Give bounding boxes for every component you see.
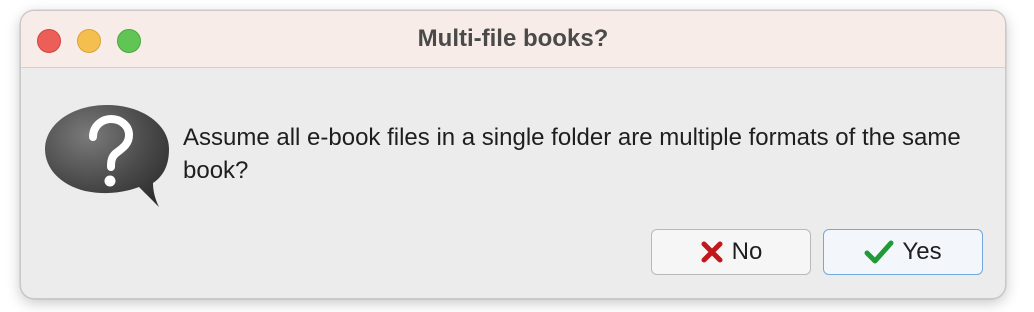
- no-button[interactable]: No: [651, 229, 811, 275]
- yes-button-label: Yes: [902, 238, 942, 265]
- x-icon: [700, 240, 724, 264]
- window-title: Multi-file books?: [417, 25, 609, 52]
- question-icon: [45, 105, 169, 207]
- title-bar[interactable]: Multi-file books?: [21, 11, 1005, 68]
- dialog-window: Multi-file books? Assume all e-book file…: [20, 10, 1006, 299]
- yes-button[interactable]: Yes: [823, 229, 983, 275]
- no-button-label: No: [731, 238, 763, 265]
- checkmark-icon: [864, 239, 894, 265]
- dialog-message: Assume all e-book files in a single fold…: [183, 124, 961, 184]
